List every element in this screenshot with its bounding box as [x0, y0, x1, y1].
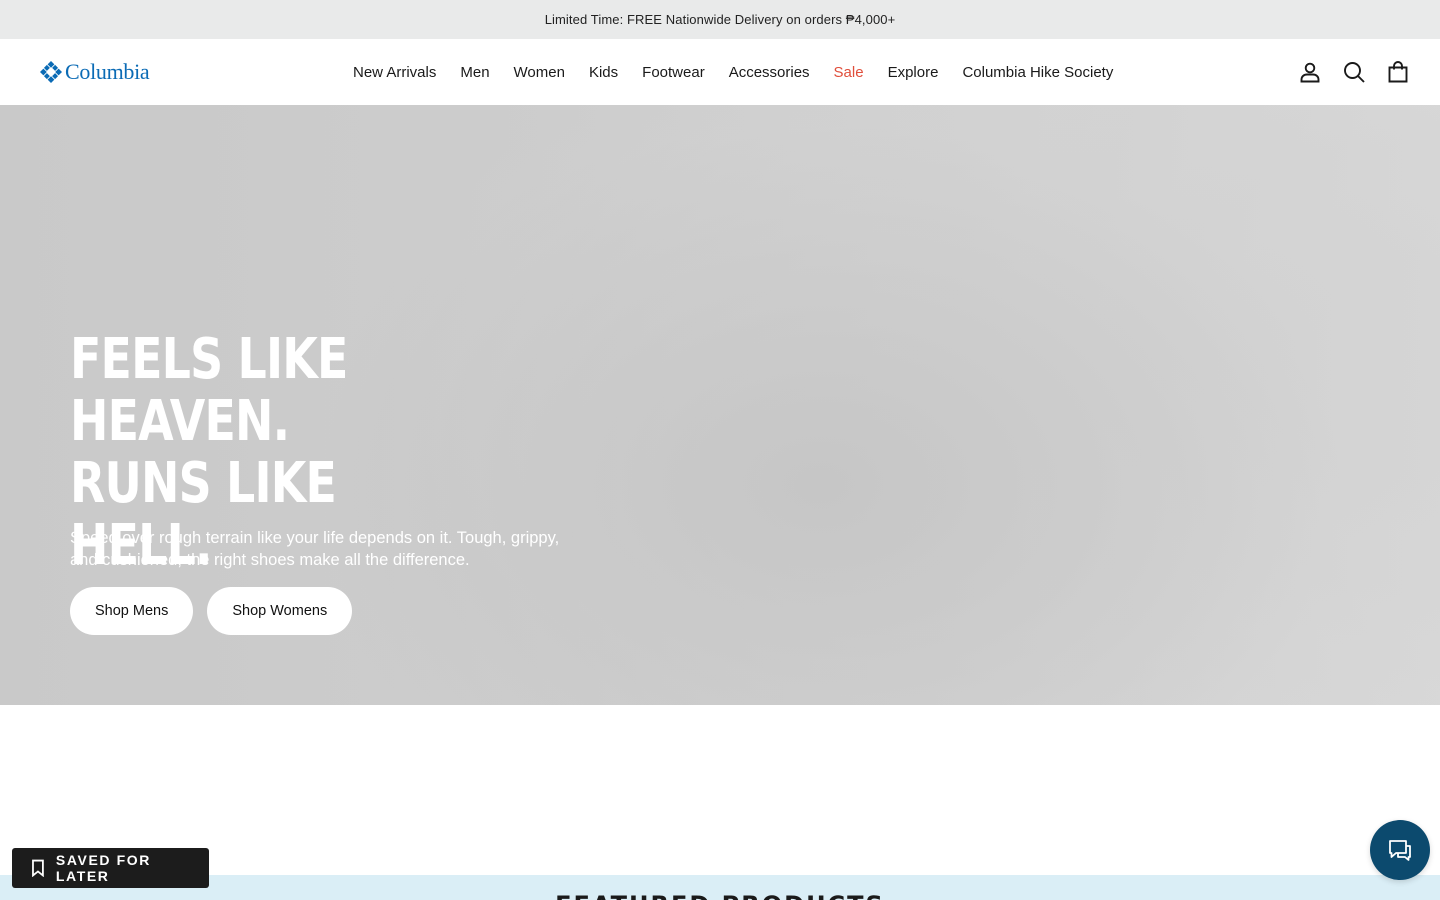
site-header: Columbia New Arrivals Men Women Kids Foo… — [0, 39, 1440, 105]
nav-kids[interactable]: Kids — [589, 64, 618, 81]
shop-womens-button[interactable]: Shop Womens — [207, 587, 353, 635]
chat-icon — [1389, 840, 1411, 861]
main-nav: New Arrivals Men Women Kids Footwear Acc… — [353, 39, 1113, 105]
logo-text: Columbia — [65, 59, 150, 84]
chat-button[interactable] — [1370, 820, 1430, 880]
account-icon[interactable] — [1298, 60, 1322, 84]
saved-for-later-label: SAVED FOR LATER — [55, 852, 151, 884]
nav-accessories[interactable]: Accessories — [729, 64, 810, 81]
hero-subtitle: Speed over rough terrain like your life … — [70, 529, 560, 569]
hero-buttons: Shop Mens Shop Womens — [70, 587, 353, 635]
nav-men[interactable]: Men — [460, 64, 489, 81]
saved-for-later-button[interactable]: SAVED FOR LATER — [12, 848, 209, 888]
nav-women[interactable]: Women — [514, 64, 565, 81]
nav-sale[interactable]: Sale — [834, 64, 864, 81]
columbia-logo[interactable]: Columbia — [40, 58, 150, 86]
featured-products-section: FEATURED PRODUCTS — [0, 875, 1440, 900]
shop-mens-button[interactable]: Shop Mens — [70, 587, 194, 635]
hero-banner: Feels like heaven. Runs like hell. Speed… — [0, 105, 1440, 705]
nav-columbia-hike-society[interactable]: Columbia Hike Society — [962, 64, 1113, 81]
announcement-bar: Limited Time: FREE Nationwide Delivery o… — [0, 0, 1440, 39]
search-icon[interactable] — [1342, 60, 1366, 84]
header-actions — [1298, 39, 1410, 105]
announcement-text: Limited Time: FREE Nationwide Delivery o… — [544, 12, 896, 27]
nav-new-arrivals[interactable]: New Arrivals — [353, 64, 436, 81]
featured-products-title: FEATURED PRODUCTS — [0, 891, 1440, 900]
nav-explore[interactable]: Explore — [888, 64, 939, 81]
cart-icon[interactable] — [1386, 60, 1410, 84]
nav-footwear[interactable]: Footwear — [642, 64, 705, 81]
columbia-diamond-icon — [40, 61, 62, 83]
bookmark-icon — [32, 859, 44, 877]
